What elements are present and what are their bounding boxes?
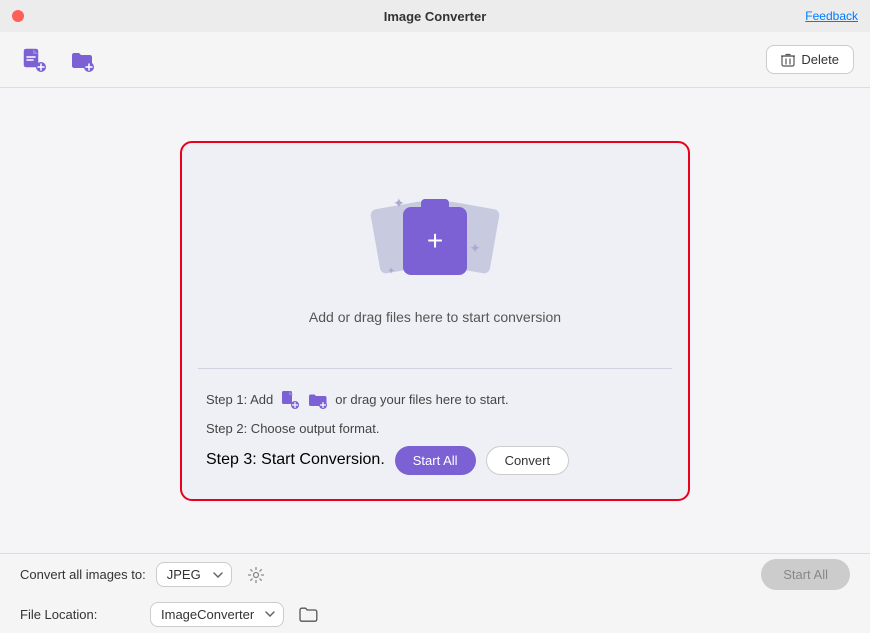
step2-text: Step 2: Choose output format. <box>206 421 379 436</box>
start-all-button[interactable]: Start All <box>395 446 476 475</box>
add-folder-icon <box>68 46 96 74</box>
folder-illustration: + ✦ ✦ ✦ <box>385 195 485 285</box>
step3-text: Step 3: Start Conversion. <box>206 451 385 469</box>
title-bar: Image Converter Feedback <box>0 0 870 32</box>
folder-icon <box>298 605 318 623</box>
step1-add-folder-icon <box>307 389 329 411</box>
trash-icon <box>781 53 795 67</box>
gear-icon <box>247 566 265 584</box>
location-select[interactable]: ImageConverter Custom... <box>150 602 284 627</box>
convert-label: Convert all images to: <box>20 567 146 582</box>
step1-text: Step 1: Add <box>206 392 273 407</box>
step3-row: Step 3: Start Conversion. Start All Conv… <box>206 446 664 475</box>
bottom-right: Start All <box>761 559 850 590</box>
toolbar-right: Delete <box>766 45 854 74</box>
format-select[interactable]: JPEG PNG WebP TIFF BMP GIF <box>156 562 232 587</box>
folder-plus-icon: + <box>427 227 443 255</box>
bottom-row-location: File Location: ImageConverter Custom... <box>20 600 850 628</box>
bottom-row-format: Convert all images to: JPEG PNG WebP TIF… <box>20 559 850 590</box>
sparkle-icon-3: ✦ <box>387 266 395 277</box>
step1-add-file-icon <box>279 389 301 411</box>
sparkle-icon-1: ✦ <box>393 195 405 212</box>
close-button[interactable] <box>12 10 24 22</box>
convert-button[interactable]: Convert <box>486 446 570 475</box>
format-settings-button[interactable] <box>242 561 270 589</box>
folder-browse-button[interactable] <box>294 600 322 628</box>
toolbar: Delete <box>0 32 870 88</box>
app-title: Image Converter <box>384 9 487 24</box>
step1-middle-text: or drag your files here to start. <box>335 392 508 407</box>
window-controls <box>12 10 24 22</box>
steps-section: Step 1: Add <box>182 369 688 499</box>
drop-zone[interactable]: + ✦ ✦ ✦ Add or drag files here to start … <box>180 141 690 501</box>
drop-zone-upper: + ✦ ✦ ✦ Add or drag files here to start … <box>182 143 688 368</box>
drop-prompt-text: Add or drag files here to start conversi… <box>309 309 561 325</box>
add-folder-button[interactable] <box>64 42 100 78</box>
step2-row: Step 2: Choose output format. <box>206 421 664 436</box>
delete-button[interactable]: Delete <box>766 45 854 74</box>
bottom-bar: Convert all images to: JPEG PNG WebP TIF… <box>0 553 870 633</box>
add-file-button[interactable] <box>16 42 52 78</box>
sparkle-icon-2: ✦ <box>469 240 481 257</box>
step1-row: Step 1: Add <box>206 389 664 411</box>
start-all-bottom-button: Start All <box>761 559 850 590</box>
main-content: + ✦ ✦ ✦ Add or drag files here to start … <box>0 88 870 553</box>
folder-main: + <box>403 207 467 275</box>
toolbar-left <box>16 42 100 78</box>
file-location-label: File Location: <box>20 607 140 622</box>
add-file-icon <box>20 46 48 74</box>
feedback-link[interactable]: Feedback <box>805 9 858 23</box>
